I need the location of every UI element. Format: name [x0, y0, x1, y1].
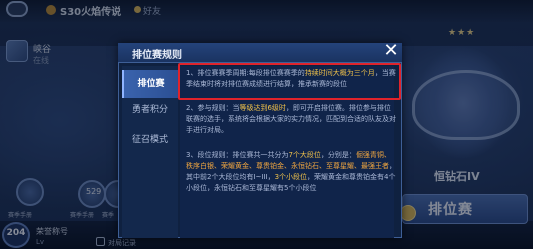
annotation-highlight-box — [178, 63, 401, 100]
rule-paragraph-participation: 2、参与规则：当等级达到6级时，即可开启排位赛。排位参与排位联赛的选手，系统将会… — [186, 103, 396, 136]
tab-draft-mode[interactable]: 征召模式 — [122, 126, 178, 154]
rule-highlight: 等级达到6级时 — [239, 104, 286, 112]
rule-paragraph-tiers: 3、段位规则：排位赛共一共分为7个大段位，分别是：倔强青铜、秩序白银、荣耀黄金、… — [186, 150, 396, 194]
tab-bravery-points[interactable]: 勇者积分 — [122, 96, 178, 124]
rule-text: ，分别是： — [320, 151, 356, 159]
scroll-fade — [180, 226, 394, 238]
rule-text: 3、段位规则：排位赛共一共分为 — [186, 151, 289, 159]
tab-ranked[interactable]: 排位赛 — [122, 70, 178, 98]
close-icon[interactable]: ✕ — [381, 41, 401, 61]
rule-highlight: 7个大段位 — [288, 151, 321, 159]
modal-title: 排位赛规则 — [132, 50, 182, 61]
rule-text: 2、参与规则：当 — [186, 104, 240, 112]
rule-highlight: 3个小段位 — [274, 173, 308, 181]
